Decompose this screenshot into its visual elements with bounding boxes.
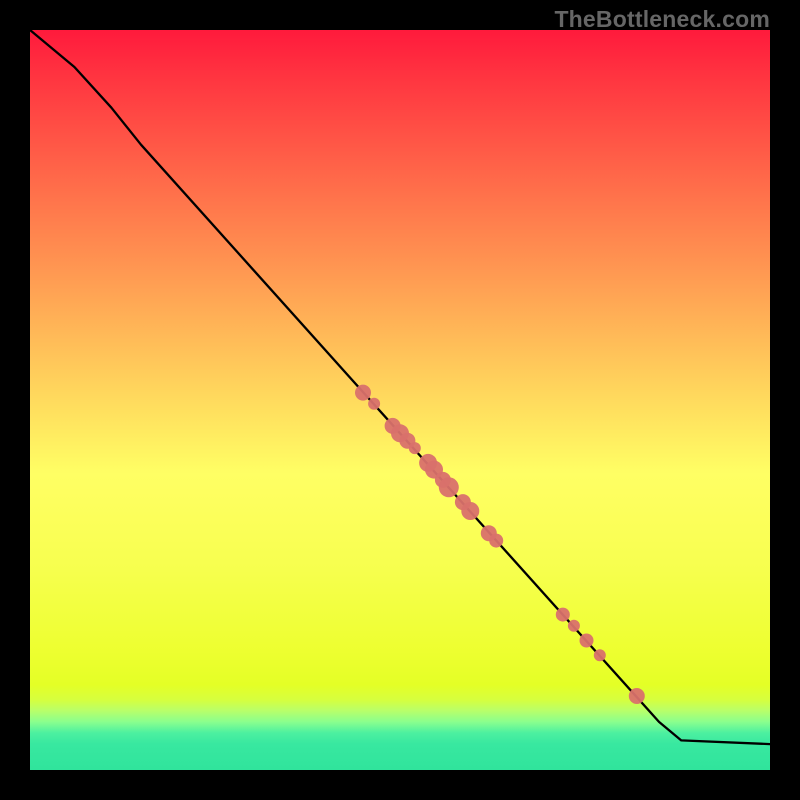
chart-points-group xyxy=(355,385,645,704)
chart-point xyxy=(594,649,606,661)
chart-point xyxy=(556,608,570,622)
chart-point xyxy=(568,620,580,632)
watermark-label: TheBottleneck.com xyxy=(554,6,770,33)
chart-point xyxy=(355,385,371,401)
chart-point xyxy=(489,534,503,548)
chart-point xyxy=(439,477,459,497)
chart-point xyxy=(580,634,594,648)
chart-point xyxy=(409,442,421,454)
chart-stage: TheBottleneck.com xyxy=(0,0,800,800)
chart-point xyxy=(461,502,479,520)
chart-point xyxy=(368,398,380,410)
chart-overlay xyxy=(30,30,770,770)
chart-curve xyxy=(30,30,770,744)
chart-point xyxy=(629,688,645,704)
